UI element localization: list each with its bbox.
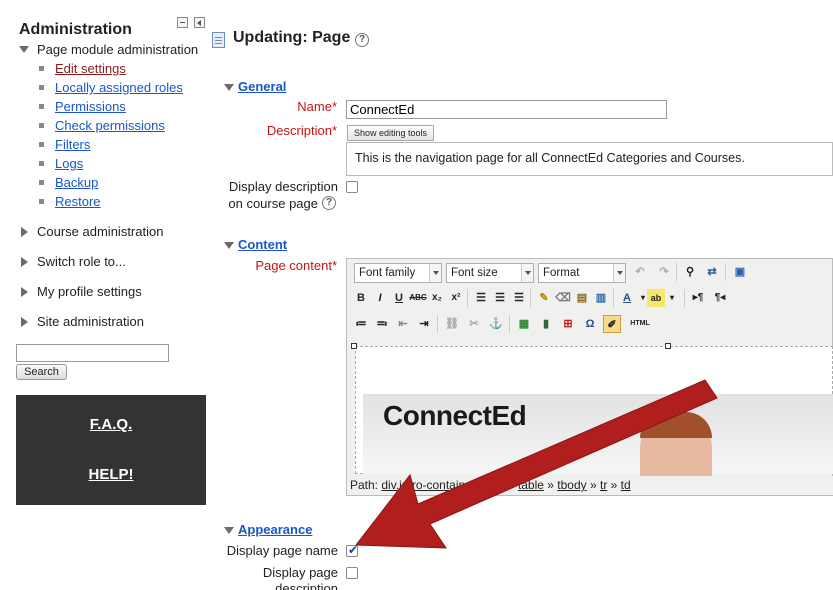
annotation-arrow-shape (355, 379, 718, 549)
annotation-arrow (355, 379, 718, 549)
